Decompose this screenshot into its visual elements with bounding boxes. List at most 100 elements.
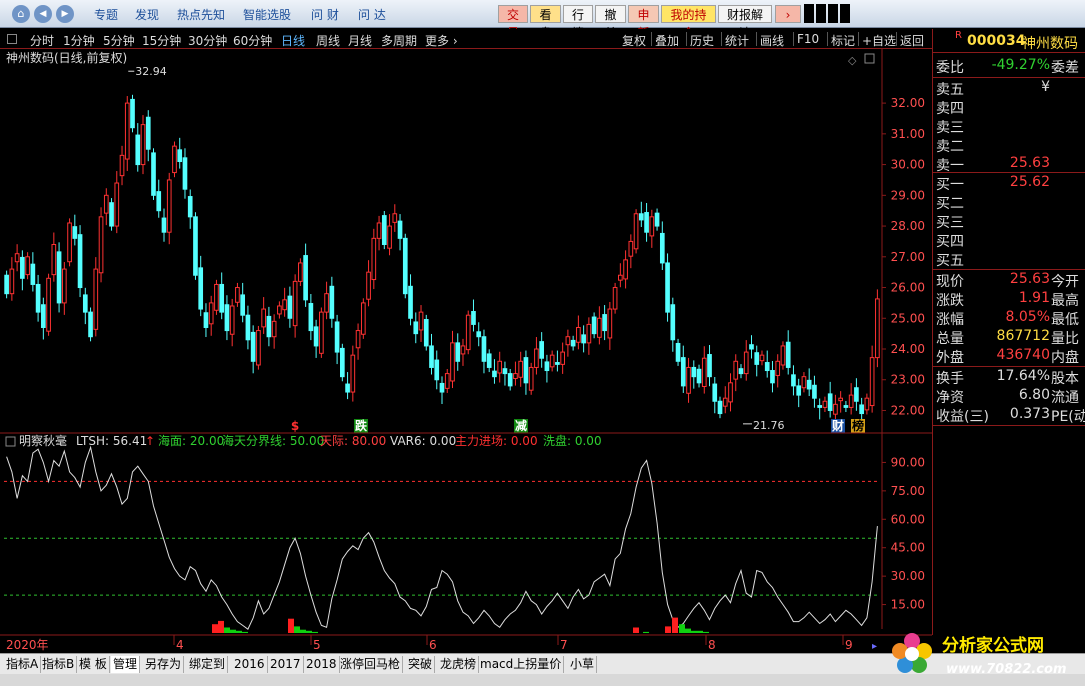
price-tick-label: 23.00 [891,373,925,387]
quick-tab-4[interactable]: 申新 [628,5,659,40]
maximize-icon[interactable] [864,53,875,64]
back-icon[interactable]: ◀ [34,5,52,23]
quick-tab-3[interactable]: 撤单 [595,5,626,40]
period-tab-5[interactable]: 60分钟 [233,32,272,49]
quote-row: 净资 6.80 流通 [933,387,1085,406]
indicator-tab-0[interactable]: 指标A [4,656,42,673]
indicator-tab-6[interactable]: 2016 [232,656,268,673]
candle-down [287,295,293,319]
menu-smart-pick[interactable]: 智能选股 [243,6,291,23]
indicator-tab-13[interactable]: 小草 [568,656,598,673]
tool-8[interactable]: 返回 [900,32,924,49]
quote-separator [933,77,1085,78]
candle-down [151,152,156,196]
diamond-icon[interactable]: ◇ [848,54,857,67]
period-tab-2[interactable]: 5分钟 [103,32,135,49]
quick-tab-5[interactable]: 我的持仓 [661,5,716,40]
tool-1[interactable]: 叠加 [655,32,679,49]
indicator-tab-11[interactable]: 龙虎榜 [438,656,480,673]
indicator-tab-3[interactable]: 管理 [111,656,141,673]
quote-row: 总量 867712 量比 [933,328,1085,347]
candle-down [82,294,88,313]
candle-down [77,234,83,289]
indicator-value-3: 海天分界线: 50.00 [222,433,324,448]
event-marker[interactable]: $ [291,419,299,433]
candle-down [339,347,345,378]
period-tab-7[interactable]: 周线 [316,32,340,49]
indicator-tick-label: 30.00 [891,569,925,583]
candle-down [329,285,335,319]
quote-row: 买五 [933,250,1085,269]
menu-wenda[interactable]: 问 达 [358,6,386,23]
quick-tab-1[interactable]: 看盘 [530,5,561,40]
period-tab-4[interactable]: 30分钟 [188,32,227,49]
candle-down [644,212,649,233]
candle-up [103,194,109,214]
candle-up [93,268,99,330]
tool-2[interactable]: 历史 [690,32,714,49]
quick-tab-2[interactable]: 行情 [563,5,593,40]
quote-label: 买三 [936,215,964,231]
candle-down [591,316,597,335]
tool-0[interactable]: 复权 [622,32,646,49]
menu-topic[interactable]: 专题 [94,6,118,23]
period-tab-9[interactable]: 多周期 [381,32,417,49]
tool-6[interactable]: 标记 [831,32,855,49]
scroll-marker-icon[interactable]: ▸ [872,641,877,652]
tool-3[interactable]: 统计 [725,32,749,49]
period-tab-3[interactable]: 15分钟 [142,32,181,49]
forward-icon[interactable]: ▶ [56,5,74,23]
quick-tab-0[interactable]: 交易 [498,5,528,40]
quote-value: 25.63 [1009,271,1050,287]
indicator-tab-9[interactable]: 涨停回马枪 [338,656,404,673]
candle-down [381,215,387,245]
tool-7[interactable]: +自选 [862,32,896,49]
tool-4[interactable]: 画线 [760,32,784,49]
more-tabs-button[interactable]: › [775,5,801,23]
candle-down [486,353,492,368]
signal-bar [633,627,639,633]
indicator-tab-1[interactable]: 指标B [40,656,78,673]
quote-suffix: 股本 [1051,371,1079,387]
menu-wencai[interactable]: 问 财 [311,6,339,23]
candle-down [859,404,864,415]
indicator-tab-5[interactable]: 绑定到 [187,656,229,673]
indicator-tab-4[interactable]: 另存为 [143,656,185,673]
event-marker[interactable]: 榜 [852,418,864,433]
period-tab-0[interactable]: 分时 [30,32,54,49]
quote-row: 买四 [933,231,1085,250]
candle-down [659,232,665,264]
quote-label: 买一 [936,177,964,193]
tool-separator [721,32,722,46]
quick-tab-6[interactable]: 财报解读 [718,5,772,40]
chart-area[interactable]: 32.00 31.00 30.00 29.00 28.00 27.00 26.00 25.00… [0,49,932,653]
panel-toggle-icon[interactable] [7,34,17,44]
candle-up [256,330,261,366]
candle-down [187,196,193,218]
menu-hotspot[interactable]: 热点先知 [177,6,225,23]
quote-label: 换手 [936,371,964,387]
event-marker[interactable]: 减 [515,418,527,433]
period-tab-6[interactable]: 日线 [281,32,305,49]
event-marker[interactable]: 财 [831,418,844,433]
indicator-tab-2[interactable]: 模 板 [77,656,110,673]
indicator-tab-10[interactable]: 突破 [406,656,436,673]
indicator-tab-12[interactable]: macd上拐量价 [478,656,565,673]
period-tab-8[interactable]: 月线 [348,32,372,49]
candle-up [612,287,618,310]
quote-value: 1.91 [1018,290,1050,306]
menu-discover[interactable]: 发现 [135,6,159,23]
quote-row: 卖三 [933,117,1085,136]
event-marker[interactable]: 跌 [355,418,368,433]
candle-up [166,179,172,233]
tool-5[interactable]: F10 [797,32,819,46]
indicator-tab-7[interactable]: 2017 [268,656,304,673]
candle-down [770,370,775,384]
indicator-tab-8[interactable]: 2018 [304,656,340,673]
indicator-toggle-icon[interactable] [5,436,16,447]
period-tab-10[interactable]: 更多 › [425,32,458,49]
candle-up [728,382,733,403]
home-icon[interactable]: ⌂ [12,5,30,23]
candle-up [875,298,880,359]
period-tab-1[interactable]: 1分钟 [63,32,95,49]
